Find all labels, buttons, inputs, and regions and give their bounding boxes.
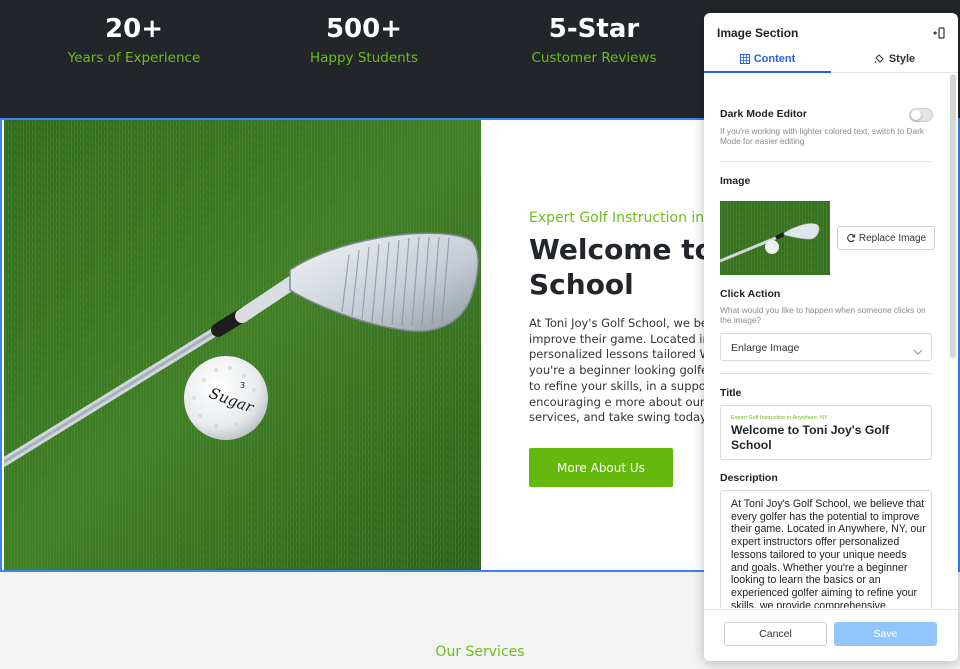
stat-label: Years of Experience xyxy=(67,50,201,66)
panel-header: Image Section xyxy=(704,13,958,53)
stat-number: 5-Star xyxy=(548,14,640,44)
stat-years: 20+ Years of Experience xyxy=(34,12,234,66)
click-action-help: What would you like to happen when someo… xyxy=(720,305,926,325)
tab-content-label: Content xyxy=(753,53,796,65)
grid-icon xyxy=(739,53,754,65)
image-section-editor-panel: Image Section Content Style Dark Mode Ed… xyxy=(704,13,958,661)
stat-label: Happy Students xyxy=(309,50,419,66)
title-label: Title xyxy=(720,387,742,399)
panel-body: Dark Mode Editor If you're working with … xyxy=(704,74,950,608)
stat-number: 500+ xyxy=(325,14,403,44)
tab-style[interactable]: Style xyxy=(831,53,958,73)
divider xyxy=(720,161,932,162)
stat-label: Customer Reviews xyxy=(531,50,657,66)
divider xyxy=(720,373,932,374)
description-editor[interactable]: At Toni Joy's Golf School, we believe th… xyxy=(720,490,932,608)
panel-tabs: Content Style xyxy=(704,53,958,73)
cancel-button[interactable]: Cancel xyxy=(724,622,827,646)
replace-image-button[interactable]: Replace Image xyxy=(837,226,935,250)
title-text: Welcome to Toni Joy's Golf School xyxy=(731,423,890,452)
ball-number-text: 3 xyxy=(240,381,245,390)
click-action-label: Click Action xyxy=(720,288,781,300)
replace-image-label: Replace Image xyxy=(858,232,927,244)
more-about-us-button[interactable]: More About Us xyxy=(529,448,673,487)
page: 20+ Years of Experience 500+ Happy Stude… xyxy=(0,0,960,669)
golf-photo[interactable]: Sugar 3 xyxy=(4,120,481,570)
services-title: Our Services xyxy=(435,644,525,660)
scrollbar-thumb[interactable] xyxy=(950,74,956,358)
description-label: Description xyxy=(720,472,778,484)
paint-bucket-icon xyxy=(874,53,889,65)
panel-scrollbar[interactable] xyxy=(950,74,956,608)
description-text: At Toni Joy's Golf School, we believe th… xyxy=(731,498,926,608)
title-editor[interactable]: Expert Golf Instruction in Anywhere, NY … xyxy=(720,405,932,460)
refresh-icon xyxy=(846,233,859,244)
sidebar-collapse-icon[interactable] xyxy=(932,26,946,40)
dark-mode-label: Dark Mode Editor xyxy=(720,108,807,120)
toggle-knob xyxy=(911,110,921,120)
save-button[interactable]: Save xyxy=(834,622,937,646)
panel-footer: Cancel Save xyxy=(704,609,958,661)
title-eyebrow-text: Expert Golf Instruction in Anywhere, NY xyxy=(731,415,828,421)
stat-students: 500+ Happy Students xyxy=(264,12,464,66)
stat-reviews: 5-Star Customer Reviews xyxy=(494,12,694,66)
dark-mode-toggle[interactable] xyxy=(909,108,933,122)
image-thumbnail[interactable] xyxy=(720,201,830,275)
image-label: Image xyxy=(720,175,751,187)
click-action-select[interactable]: Enlarge Image xyxy=(720,333,932,361)
panel-title: Image Section xyxy=(717,26,799,40)
tab-style-label: Style xyxy=(888,53,916,65)
click-action-value: Enlarge Image xyxy=(731,342,800,354)
chevron-down-icon xyxy=(913,343,923,361)
dark-mode-help: If you're working with lighter colored t… xyxy=(720,126,925,146)
tab-content[interactable]: Content xyxy=(704,53,831,73)
stat-number: 20+ xyxy=(105,14,163,44)
